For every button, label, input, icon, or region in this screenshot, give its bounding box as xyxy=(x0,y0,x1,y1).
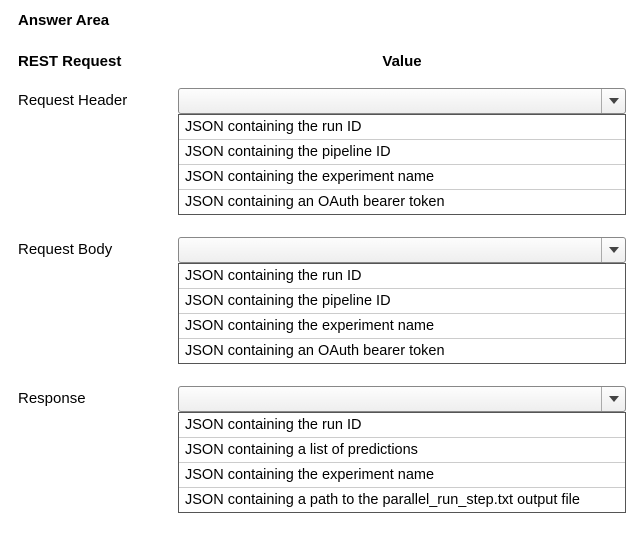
column-header-left: REST Request xyxy=(18,53,178,70)
chevron-down-icon xyxy=(601,387,625,411)
value-block-response: JSON containing the run ID JSON containi… xyxy=(178,386,626,513)
option-item[interactable]: JSON containing the run ID xyxy=(179,412,625,437)
options-list-response: JSON containing the run ID JSON containi… xyxy=(178,412,626,513)
label-request-body: Request Body xyxy=(18,237,178,364)
section-request-body: Request Body JSON containing the run ID … xyxy=(18,237,626,364)
options-list-request-body: JSON containing the run ID JSON containi… xyxy=(178,263,626,364)
label-response: Response xyxy=(18,386,178,513)
label-request-header: Request Header xyxy=(18,88,178,215)
option-item[interactable]: JSON containing the experiment name xyxy=(179,462,625,487)
section-request-header: Request Header JSON containing the run I… xyxy=(18,88,626,215)
option-item[interactable]: JSON containing an OAuth bearer token xyxy=(179,189,625,214)
option-item[interactable]: JSON containing the run ID xyxy=(179,263,625,288)
option-item[interactable]: JSON containing the experiment name xyxy=(179,313,625,338)
options-list-request-header: JSON containing the run ID JSON containi… xyxy=(178,114,626,215)
option-item[interactable]: JSON containing a path to the parallel_r… xyxy=(179,487,625,512)
chevron-down-icon xyxy=(601,89,625,113)
option-item[interactable]: JSON containing the pipeline ID xyxy=(179,288,625,313)
dropdown-response[interactable] xyxy=(178,386,626,412)
page-title: Answer Area xyxy=(18,12,626,29)
column-header-row: REST Request Value xyxy=(18,53,626,70)
option-item[interactable]: JSON containing the pipeline ID xyxy=(179,139,625,164)
option-item[interactable]: JSON containing the run ID xyxy=(179,114,625,139)
section-response: Response JSON containing the run ID JSON… xyxy=(18,386,626,513)
dropdown-request-body[interactable] xyxy=(178,237,626,263)
option-item[interactable]: JSON containing a list of predictions xyxy=(179,437,625,462)
column-header-right: Value xyxy=(178,53,626,70)
dropdown-request-header[interactable] xyxy=(178,88,626,114)
chevron-down-icon xyxy=(601,238,625,262)
option-item[interactable]: JSON containing the experiment name xyxy=(179,164,625,189)
value-block-request-header: JSON containing the run ID JSON containi… xyxy=(178,88,626,215)
value-block-request-body: JSON containing the run ID JSON containi… xyxy=(178,237,626,364)
option-item[interactable]: JSON containing an OAuth bearer token xyxy=(179,338,625,363)
